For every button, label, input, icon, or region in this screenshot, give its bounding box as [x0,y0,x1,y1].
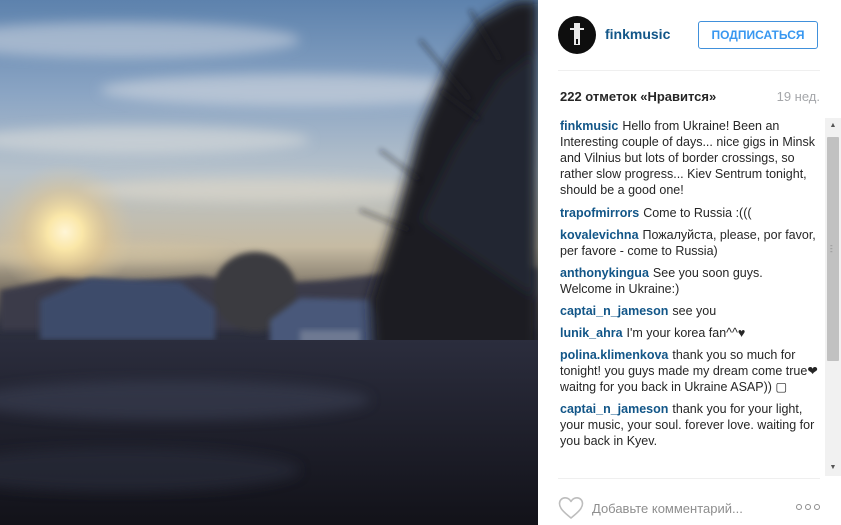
comment-item: lunik_ahra I'm your korea fan^^♥ [560,325,818,341]
heart-outline-icon[interactable] [558,496,584,520]
comment-username[interactable]: kovalevichna [560,228,639,242]
divider [558,478,820,479]
post-actions [558,494,820,522]
scrollbar-thumb[interactable]: --- [827,137,839,361]
comment-text: see you [672,304,717,318]
add-comment-input[interactable] [592,497,782,519]
comment-item: finkmusic Hello from Ukraine! Been an Int… [560,118,818,198]
fink-logo-avatar[interactable] [558,16,596,54]
comment-username[interactable]: finkmusic [560,119,618,133]
comment-item: polina.klimenkova thank you so much for t… [560,347,818,395]
likes-count[interactable]: 222 отметок «Нравится» [560,89,716,104]
grip-icon: --- [830,241,833,256]
comments-section[interactable]: finkmusic Hello from Ukraine! Been an Int… [538,118,841,478]
scroll-up-arrow-icon[interactable]: ▲ [825,118,841,134]
follow-button[interactable]: ПОДПИСАТЬСЯ [698,21,818,49]
comment-username[interactable]: captai_n_jameson [560,402,668,416]
comment-username[interactable]: captai_n_jameson [560,304,668,318]
comment-username[interactable]: lunik_ahra [560,326,623,340]
comment-item: captai_n_jameson thank you for your light… [560,401,818,449]
comment-text: Come to Russia :((( [643,206,752,220]
post-age[interactable]: 19 нед. [777,89,820,104]
comment-username[interactable]: anthonykingua [560,266,649,280]
comment-item: kovalevichna Пожалуйста, please, por favo… [560,227,818,259]
comment-item: captai_n_jameson see you [560,303,818,319]
sunset-countryside-photo [0,0,538,525]
comments-scrollbar[interactable]: ▲ --- ▼ [825,118,841,476]
divider [558,70,820,71]
comment-username[interactable]: trapofmirrors [560,206,639,220]
post-photo[interactable] [0,0,538,525]
post-header: finkmusic ПОДПИСАТЬСЯ [558,16,820,54]
comment-username[interactable]: polina.klimenkova [560,348,668,362]
comment-item: trapofmirrors Come to Russia :((( [560,205,818,221]
post-side-panel: finkmusic ПОДПИСАТЬСЯ 222 отметок «Нрави… [538,0,841,525]
comments-list: finkmusic Hello from Ukraine! Been an Int… [560,118,818,455]
author-username[interactable]: finkmusic [605,26,670,42]
scroll-down-arrow-icon[interactable]: ▼ [825,460,841,476]
more-options-icon[interactable] [796,499,820,515]
comment-item: anthonykingua See you soon guys. Welcome … [560,265,818,297]
comment-text: I'm your korea fan^^♥ [626,326,746,340]
